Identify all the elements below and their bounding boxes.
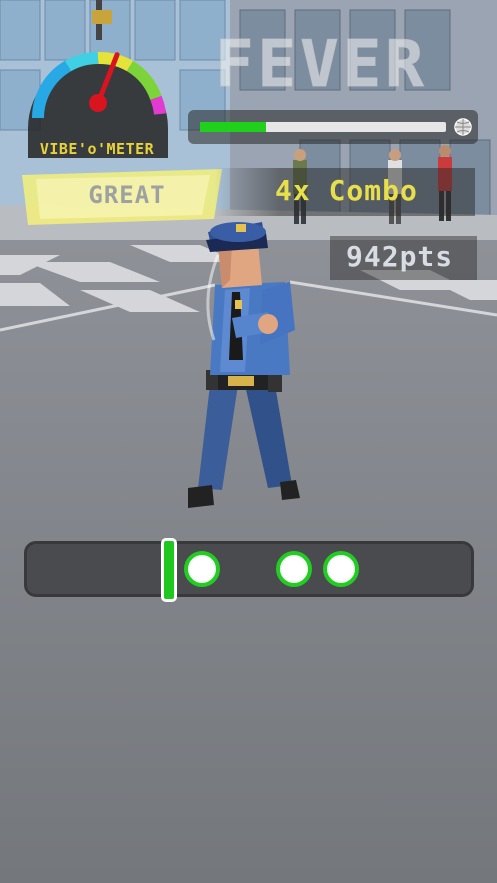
combo-panel: 4x Combo [215, 168, 475, 216]
fever-title: FEVER [215, 28, 428, 102]
vibe-meter-label: VIBE'o'METER [39, 140, 155, 158]
rating-banner: GREAT [22, 167, 222, 225]
beat-note[interactable] [276, 551, 312, 587]
score-panel: 942pts [330, 236, 477, 280]
combo-label: 4x Combo [275, 174, 418, 207]
beat-note[interactable] [323, 551, 359, 587]
disco-ball-icon [454, 118, 472, 136]
beat-note[interactable] [184, 551, 220, 587]
score-label: 942pts [346, 240, 454, 273]
beat-track[interactable] [24, 538, 474, 602]
vibe-meter-hub [89, 94, 107, 112]
fever-progress-fill [200, 122, 267, 132]
hit-marker [161, 538, 177, 602]
traffic-light [92, 10, 112, 24]
fever-progress-track [200, 122, 446, 132]
fever-bar [188, 110, 478, 144]
rating-label: GREAT [88, 181, 166, 209]
